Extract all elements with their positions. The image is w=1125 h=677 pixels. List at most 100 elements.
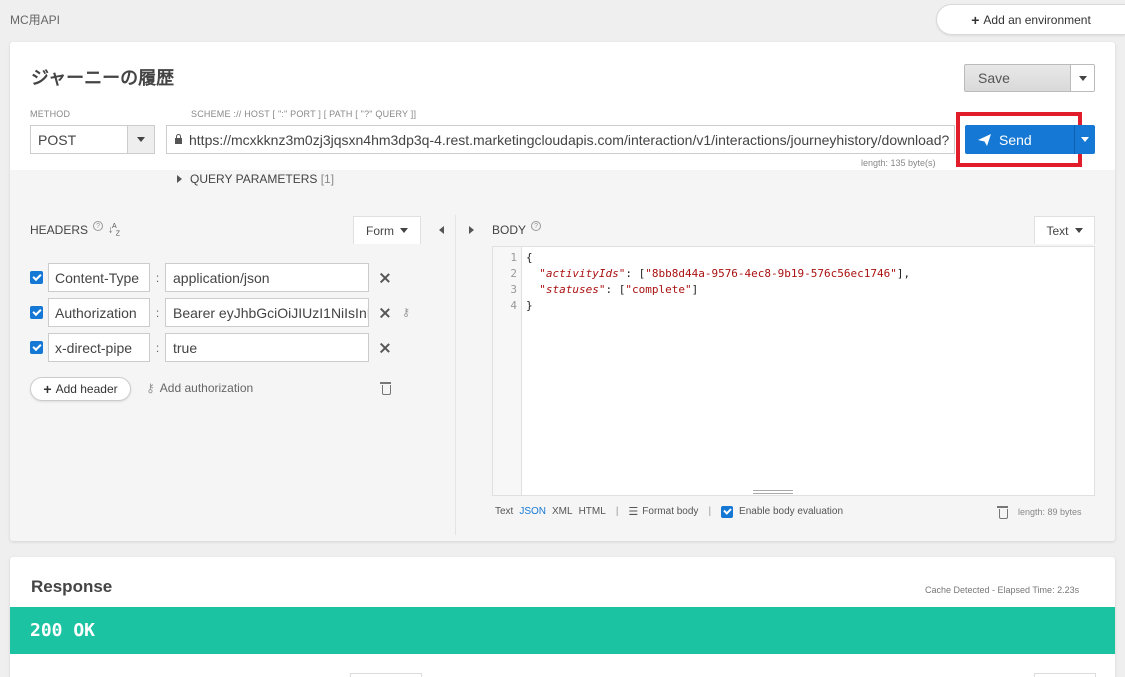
plus-icon: + [43, 381, 52, 397]
headers-mode-dropdown[interactable]: Form [353, 216, 421, 244]
method-select[interactable]: POST [30, 125, 155, 154]
header-key-input[interactable]: Authorization [48, 298, 150, 327]
chevron-left-icon [438, 226, 444, 234]
header-enabled-checkbox[interactable] [30, 271, 43, 284]
url-input[interactable]: https://mcxkknz3m0zj3jqsxn4hm3dp3q-4.res… [166, 125, 955, 154]
colon-separator: : [155, 270, 160, 285]
body-format-text[interactable]: Text [495, 506, 513, 517]
method-dropdown-toggle[interactable] [127, 126, 154, 153]
line-number: 1 [510, 251, 517, 264]
enable-body-evaluation-label: Enable body evaluation [739, 506, 844, 517]
key-icon[interactable]: ⚷ [402, 306, 410, 319]
sort-icon[interactable]: ↓AZ [108, 223, 120, 237]
save-options-button[interactable] [1071, 64, 1095, 92]
key-icon: ⚷ [146, 381, 155, 395]
header-row: x-direct-pipe : true [30, 333, 390, 362]
body-mode-label: Text [1046, 223, 1069, 238]
body-editor[interactable]: 1 2 3 4 { "activityIds": ["8bb8d44a-9576… [492, 246, 1095, 496]
header-value-input[interactable]: true [165, 333, 369, 362]
json-punct: : [ [625, 267, 646, 280]
json-string: "8bb8d44a-9576-4ec8-9b19-576c56ec1746" [645, 267, 897, 280]
chevron-down-icon [1081, 137, 1089, 142]
separator: | [615, 506, 619, 517]
format-body-button[interactable]: ☰ Format body [628, 505, 698, 518]
send-options-button[interactable] [1074, 125, 1095, 154]
collapse-right-button[interactable] [466, 224, 476, 236]
body-footer: Text JSON XML HTML | ☰ Format body | Ena… [495, 505, 843, 518]
header-row: Authorization : Bearer eyJhbGciOiJIUzI1N… [30, 298, 410, 327]
header-value-input[interactable]: Bearer eyJhbGciOiJIUzI1NiIsInR5cCI6 [165, 298, 369, 327]
status-bar: 200 OK [10, 607, 1115, 654]
colon-separator: : [155, 305, 160, 320]
headers-section-title: HEADERS ? ↓AZ [30, 221, 120, 238]
lock-icon [167, 134, 189, 144]
body-length: length: 89 bytes [1018, 507, 1082, 517]
body-section-title: BODY ? [492, 221, 542, 237]
save-button-group: Save [964, 64, 1095, 92]
trash-icon[interactable] [380, 382, 391, 395]
header-enabled-checkbox[interactable] [30, 341, 43, 354]
method-label: METHOD [30, 109, 71, 119]
enable-body-evaluation-checkbox[interactable] [721, 505, 734, 518]
code-line: "statuses": ["complete"] [526, 282, 698, 298]
chevron-down-icon [1078, 75, 1087, 81]
header-key-input[interactable]: x-direct-pipe [48, 333, 150, 362]
chevron-down-icon [400, 228, 408, 233]
plus-icon: + [971, 11, 980, 28]
json-punct: ] [691, 283, 699, 296]
chevron-right-icon [468, 226, 474, 234]
response-tab-stub[interactable] [350, 673, 422, 677]
format-body-label: Format body [642, 506, 699, 517]
add-environment-label: Add an environment [983, 12, 1091, 27]
header-value-input[interactable]: application/json [165, 263, 369, 292]
scheme-label: SCHEME :// HOST [ ":" PORT ] [ PATH [ "?… [191, 109, 417, 119]
collapse-left-button[interactable] [436, 224, 446, 236]
query-parameters-label: QUERY PARAMETERS [1] [190, 172, 335, 186]
header-row: Content-Type : application/json [30, 263, 390, 292]
response-tab-stub[interactable] [1034, 673, 1096, 677]
separator: | [708, 506, 712, 517]
add-header-label: Add header [55, 382, 118, 396]
body-format-json[interactable]: JSON [519, 506, 546, 517]
send-label: Send [999, 131, 1032, 148]
body-format-html[interactable]: HTML [579, 506, 606, 517]
request-title[interactable]: ジャーニーの履歴 [31, 64, 174, 90]
add-authorization-label: Add authorization [159, 381, 254, 395]
chevron-down-icon [137, 137, 145, 142]
json-key: "statuses" [539, 283, 606, 296]
query-parameters-toggle[interactable]: QUERY PARAMETERS [1] [177, 172, 334, 186]
url-length: length: 135 byte(s) [861, 158, 936, 168]
query-parameters-count: [1] [320, 172, 335, 186]
body-mode-dropdown[interactable]: Text [1034, 216, 1095, 244]
code-line: "activityIds": ["8bb8d44a-9576-4ec8-9b19… [526, 266, 910, 282]
close-icon[interactable] [380, 273, 390, 283]
header-enabled-checkbox[interactable] [30, 306, 43, 319]
add-authorization-link[interactable]: ⚷ Add authorization [146, 381, 253, 395]
method-value: POST [38, 131, 77, 148]
editor-resize-handle[interactable] [753, 490, 793, 494]
cache-info: Cache Detected - Elapsed Time: 2.23s [925, 585, 1080, 595]
headers-title: HEADERS [30, 223, 89, 238]
json-string: "complete" [625, 283, 692, 296]
line-number: 2 [510, 267, 517, 280]
header-key-input[interactable]: Content-Type [48, 263, 150, 292]
url-text: https://mcxkknz3m0zj3jqsxn4hm3dp3q-4.res… [189, 131, 950, 148]
project-title: MC用API [10, 13, 61, 27]
save-button[interactable]: Save [964, 64, 1071, 92]
response-title: Response [31, 577, 113, 596]
add-environment-button[interactable]: + Add an environment [936, 4, 1125, 35]
send-button[interactable]: Send [965, 125, 1074, 154]
paper-plane-icon [978, 133, 991, 146]
help-icon[interactable]: ? [93, 221, 104, 232]
trash-icon[interactable] [997, 506, 1008, 519]
json-punct: ], [896, 267, 911, 280]
close-icon[interactable] [380, 343, 390, 353]
close-icon[interactable] [380, 308, 390, 318]
body-title: BODY [492, 223, 527, 237]
body-format-xml[interactable]: XML [552, 506, 573, 517]
help-icon[interactable]: ? [531, 221, 542, 231]
panel-divider [455, 215, 456, 535]
code-line: } [526, 299, 533, 312]
add-header-button[interactable]: + Add header [30, 377, 131, 401]
code-line: { [526, 251, 533, 264]
